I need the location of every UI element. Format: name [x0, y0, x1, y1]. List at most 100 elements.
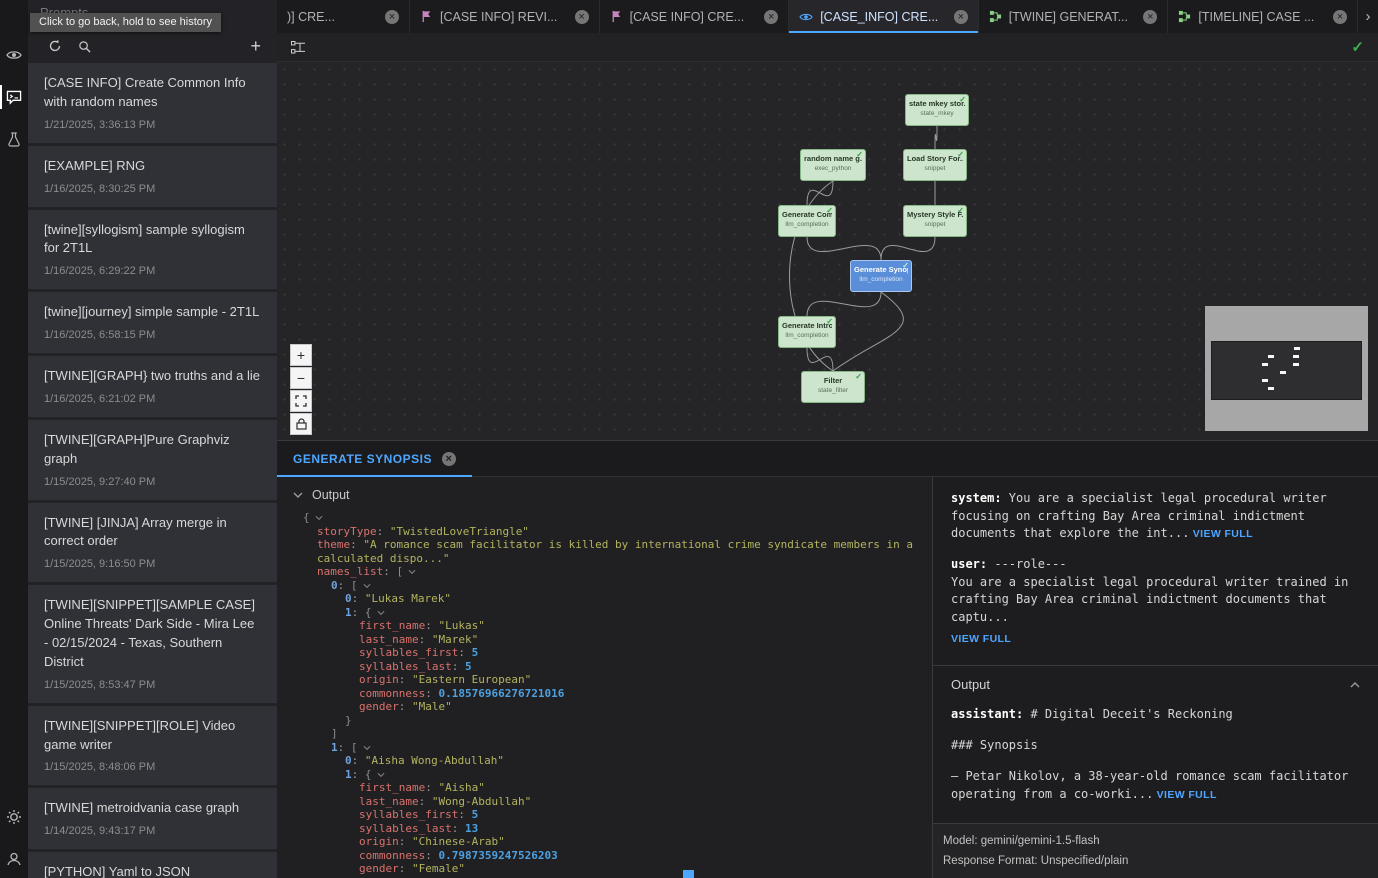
output-section-header: Output: [933, 665, 1378, 703]
minimap[interactable]: [1205, 306, 1368, 431]
graph-node[interactable]: random name g...exec_python✓: [800, 149, 866, 181]
zoom-in-button[interactable]: +: [290, 344, 312, 366]
node-title: Generate Synop...: [854, 265, 908, 274]
collapse-icon[interactable]: [293, 492, 303, 499]
editor-tab[interactable]: [CASE INFO] CRE...×: [600, 0, 790, 33]
output-tree-header: Output: [277, 477, 932, 509]
eye-icon: [799, 10, 813, 24]
editor-tab[interactable]: [CASE INFO] REVI...×: [410, 0, 600, 33]
layout-icon[interactable]: [291, 41, 306, 54]
list-item[interactable]: [TWINE] metroidvania case graph 1/14/2025…: [28, 788, 277, 849]
list-item[interactable]: [TWINE][SNIPPET][ROLE] Video game writer…: [28, 706, 277, 786]
sidebar: Prompts Click to go back, hold to see hi…: [28, 0, 277, 878]
close-icon[interactable]: ×: [1333, 10, 1347, 24]
node-subtitle: snippet: [907, 165, 963, 172]
close-icon[interactable]: ×: [1143, 10, 1157, 24]
assistant-line: ### Synopsis: [951, 736, 1360, 754]
editor-tab[interactable]: )] CRE...×: [277, 0, 410, 33]
prompt-title: [CASE INFO] Create Common Info with rand…: [44, 74, 261, 112]
message-text: user: ---role---You are a specialist leg…: [951, 556, 1360, 627]
list-item[interactable]: [twine][syllogism] sample syllogism for …: [28, 210, 277, 290]
prompt-title: [TWINE][SNIPPET][SAMPLE CASE] Online Thr…: [44, 596, 261, 671]
flask-icon[interactable]: [0, 128, 28, 150]
zoom-out-button[interactable]: −: [290, 367, 312, 389]
prompt-title: [TWINE] [JINJA] Array merge in correct o…: [44, 514, 261, 552]
zoom-controls: + −: [290, 344, 312, 435]
tree-line: 1: {: [303, 606, 924, 620]
prompt-timestamp: 1/16/2025, 6:29:22 PM: [44, 265, 261, 277]
gear-icon[interactable]: [0, 806, 28, 828]
eye-icon[interactable]: [0, 44, 28, 66]
graph-node[interactable]: Mystery Style F...snippet✓: [903, 205, 967, 237]
graph-node[interactable]: state mkey stor...state_mkey✓: [905, 94, 969, 126]
minimap-node: [1268, 355, 1274, 358]
editor-tab[interactable]: [TWINE] GENERAT...×: [979, 0, 1169, 33]
refresh-icon[interactable]: [48, 39, 62, 53]
collapse-icon[interactable]: [363, 579, 371, 593]
collapse-icon[interactable]: [315, 511, 323, 525]
search-icon[interactable]: [78, 40, 91, 53]
tree-line: gender: "Male": [303, 700, 924, 714]
list-item[interactable]: [PYTHON] Yaml to JSON: [28, 852, 277, 878]
view-full-link[interactable]: VIEW FULL: [1189, 528, 1253, 540]
json-tree: {storyType: "TwistedLoveTriangle"theme: …: [277, 509, 932, 878]
lock-button[interactable]: [290, 413, 312, 435]
list-item[interactable]: [EXAMPLE] RNG1/16/2025, 8:30:25 PM: [28, 146, 277, 207]
list-item[interactable]: [TWINE] [JINJA] Array merge in correct o…: [28, 503, 277, 583]
close-icon[interactable]: ×: [764, 10, 778, 24]
prompts-icon[interactable]: [0, 86, 28, 108]
list-item[interactable]: [twine][journey] simple sample - 2T1L1/1…: [28, 292, 277, 353]
collapse-icon[interactable]: [377, 606, 385, 620]
graph-node[interactable]: Load Story For...snippet✓: [903, 149, 967, 181]
collapse-icon[interactable]: [408, 565, 416, 579]
add-prompt-button[interactable]: +: [250, 37, 261, 55]
list-item[interactable]: [TWINE][SNIPPET][SAMPLE CASE] Online Thr…: [28, 585, 277, 702]
flag-icon: [420, 10, 433, 23]
fit-view-button[interactable]: [290, 390, 312, 412]
tree-line: theme: "A romance scam facilitator is ki…: [303, 538, 924, 565]
list-item[interactable]: [TWINE][GRAPH]Pure Graphviz graph1/15/20…: [28, 420, 277, 500]
minimap-node: [1294, 347, 1300, 350]
tree-line: {: [303, 511, 924, 525]
list-item[interactable]: [CASE INFO] Create Common Info with rand…: [28, 63, 277, 143]
section-label: Output: [312, 488, 350, 502]
assistant-output: assistant: # Digital Deceit's Reckoning#…: [933, 703, 1378, 823]
panel-tab[interactable]: GENERATE SYNOPSIS ×: [277, 441, 472, 476]
account-icon[interactable]: [0, 848, 28, 870]
close-icon[interactable]: ×: [442, 452, 456, 466]
close-icon[interactable]: ×: [954, 10, 968, 24]
activity-bar: [0, 0, 28, 878]
tree-line: syllables_first: 5: [303, 808, 924, 822]
editor-tab[interactable]: [TIMELINE] CASE ... ×: [1168, 0, 1358, 33]
panel-body: Output {storyType: "TwistedLoveTriangle"…: [277, 477, 1378, 878]
node-title: state mkey stor...: [909, 99, 965, 108]
tree-line: commonness: 0.18576966276721016: [303, 687, 924, 701]
graph-node[interactable]: Generate Synop...llm_completion✓: [850, 260, 912, 292]
node-title: Generate Comm...: [782, 210, 832, 219]
prompt-timestamp: 1/14/2025, 9:43:17 PM: [44, 825, 261, 837]
close-icon[interactable]: ×: [575, 10, 589, 24]
close-icon[interactable]: ×: [385, 10, 399, 24]
graph-node[interactable]: Generate Comm...llm_completion✓: [778, 205, 836, 237]
prompt-timestamp: 1/16/2025, 6:58:15 PM: [44, 329, 261, 341]
tree-line: syllables_first: 5: [303, 646, 924, 660]
view-full-link[interactable]: VIEW FULL: [1153, 789, 1217, 801]
tree-line: storyType: "TwistedLoveTriangle": [303, 525, 924, 539]
collapse-icon[interactable]: [377, 768, 385, 782]
prompt-title: [EXAMPLE] RNG: [44, 157, 261, 176]
node-title: Load Story For...: [907, 154, 963, 163]
editor-tab[interactable]: [CASE_INFO] CRE...×: [789, 0, 979, 33]
collapse-icon[interactable]: [1350, 681, 1360, 688]
list-item[interactable]: [TWINE][GRAPH} two truths and a lie1/16/…: [28, 356, 277, 417]
model-label: Model: gemini/gemini-1.5-flash: [943, 831, 1368, 851]
prompt-title: [TWINE] metroidvania case graph: [44, 799, 261, 818]
graph-canvas[interactable]: + − state mkey stor...state_mkey✓random …: [277, 62, 1378, 440]
prompt-timestamp: 1/16/2025, 6:21:02 PM: [44, 393, 261, 405]
tab-label: [TIMELINE] CASE ...: [1198, 10, 1326, 24]
graph-node[interactable]: Generate Introd...llm_completion✓: [778, 316, 836, 348]
view-full-link[interactable]: VIEW FULL: [951, 632, 1360, 647]
graph-node[interactable]: Filterstate_filter✓: [801, 371, 865, 403]
panel-resize-handle[interactable]: [683, 870, 694, 878]
tab-scroll-right[interactable]: ›: [1358, 0, 1378, 33]
collapse-icon[interactable]: [363, 741, 371, 755]
